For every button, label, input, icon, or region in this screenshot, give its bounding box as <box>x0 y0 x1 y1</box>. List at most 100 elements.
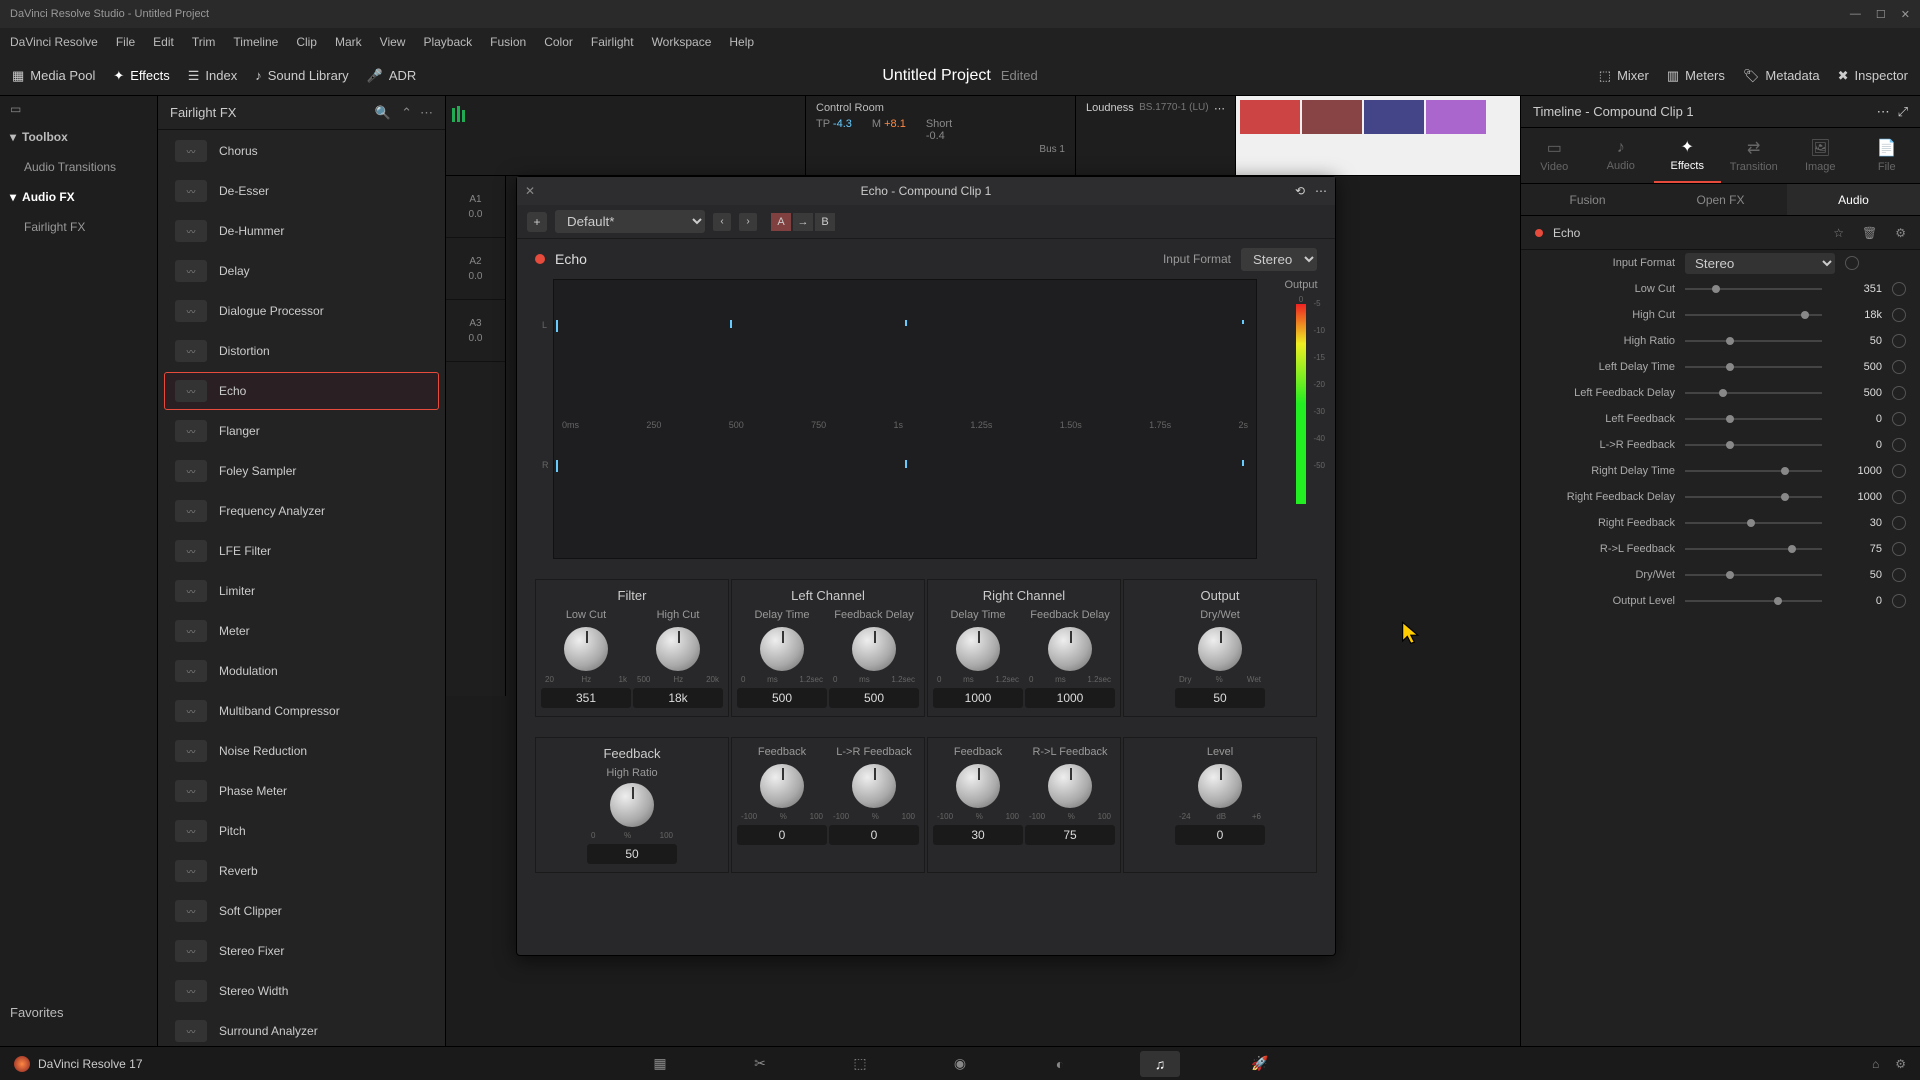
add-preset-button[interactable]: + <box>527 212 547 232</box>
echo-panel-titlebar[interactable]: ✕ Echo - Compound Clip 1 ⟲ ⋯ <box>517 177 1335 205</box>
knob[interactable] <box>956 764 1000 808</box>
menu-item[interactable]: Clip <box>296 35 317 49</box>
reset-button[interactable] <box>1892 308 1906 322</box>
param-value[interactable]: 30 <box>1832 517 1882 529</box>
track-header[interactable]: A30.0 <box>446 300 505 362</box>
tab-image[interactable]: 🖼Image <box>1787 128 1854 183</box>
track-header[interactable]: A10.0 <box>446 176 505 238</box>
fairlight-page-icon[interactable]: ♫ <box>1140 1051 1180 1077</box>
param-slider[interactable] <box>1685 314 1822 316</box>
next-preset-button[interactable]: › <box>739 213 757 231</box>
slider-handle[interactable] <box>1726 571 1734 579</box>
param-value[interactable]: 75 <box>1832 543 1882 555</box>
param-slider[interactable] <box>1685 470 1822 472</box>
param-slider[interactable] <box>1685 496 1822 498</box>
knob-value[interactable]: 50 <box>1175 688 1265 708</box>
fx-item-stereo-fixer[interactable]: 〰Stereo Fixer <box>164 932 439 970</box>
panel-toggle[interactable]: ▭ <box>0 96 157 122</box>
compare-a-button[interactable]: A <box>771 213 791 231</box>
fx-item-multiband-compressor[interactable]: 〰Multiband Compressor <box>164 692 439 730</box>
more-icon[interactable]: ⋯ <box>420 105 433 121</box>
metadata-button[interactable]: 🏷Metadata <box>1743 68 1820 84</box>
fx-item-phase-meter[interactable]: 〰Phase Meter <box>164 772 439 810</box>
tab-video[interactable]: ▭Video <box>1521 128 1588 183</box>
param-value[interactable]: 500 <box>1832 387 1882 399</box>
favorites-section[interactable]: Favorites <box>10 1005 63 1020</box>
param-slider[interactable] <box>1685 574 1822 576</box>
reset-button[interactable] <box>1845 256 1859 270</box>
knob[interactable] <box>760 627 804 671</box>
knob-value[interactable]: 1000 <box>933 688 1023 708</box>
tab-effects[interactable]: ✦Effects <box>1654 128 1721 183</box>
reset-button[interactable] <box>1892 334 1906 348</box>
sound-library-button[interactable]: ♪Sound Library <box>255 68 348 83</box>
knob-value[interactable]: 1000 <box>1025 688 1115 708</box>
slider-handle[interactable] <box>1781 467 1789 475</box>
menu-item[interactable]: Color <box>544 35 573 49</box>
index-button[interactable]: ☰Index <box>188 68 237 84</box>
fx-item-limiter[interactable]: 〰Limiter <box>164 572 439 610</box>
adr-button[interactable]: 🎤ADR <box>367 68 417 84</box>
param-value[interactable]: 351 <box>1832 283 1882 295</box>
knob-value[interactable]: 500 <box>829 688 919 708</box>
menu-item[interactable]: Fusion <box>490 35 526 49</box>
menu-item[interactable]: Help <box>729 35 754 49</box>
tab-transition[interactable]: ⇄Transition <box>1721 128 1788 183</box>
menu-item[interactable]: Timeline <box>233 35 278 49</box>
param-slider[interactable] <box>1685 392 1822 394</box>
cut-page-icon[interactable]: ✂ <box>740 1051 780 1077</box>
knob-value[interactable]: 75 <box>1025 825 1115 845</box>
knob[interactable] <box>852 764 896 808</box>
param-slider[interactable] <box>1685 366 1822 368</box>
star-icon[interactable]: ☆ <box>1833 226 1844 240</box>
fx-item-noise-reduction[interactable]: 〰Noise Reduction <box>164 732 439 770</box>
knob[interactable] <box>1048 627 1092 671</box>
knob-value[interactable]: 50 <box>587 844 677 864</box>
slider-handle[interactable] <box>1726 441 1734 449</box>
menu-item[interactable]: Trim <box>192 35 216 49</box>
param-slider[interactable] <box>1685 600 1822 602</box>
fx-item-de-esser[interactable]: 〰De-Esser <box>164 172 439 210</box>
subtab-open-fx[interactable]: Open FX <box>1654 184 1787 215</box>
param-value[interactable]: 500 <box>1832 361 1882 373</box>
reset-button[interactable] <box>1892 594 1906 608</box>
knob[interactable] <box>564 627 608 671</box>
knob[interactable] <box>610 783 654 827</box>
param-value[interactable]: 1000 <box>1832 491 1882 503</box>
effect-enable-dot[interactable] <box>1535 229 1543 237</box>
reset-button[interactable] <box>1892 438 1906 452</box>
fx-item-modulation[interactable]: 〰Modulation <box>164 652 439 690</box>
fx-item-foley-sampler[interactable]: 〰Foley Sampler <box>164 452 439 490</box>
fairlight-fx-item[interactable]: Fairlight FX <box>0 212 157 242</box>
knob-value[interactable]: 0 <box>829 825 919 845</box>
slider-handle[interactable] <box>1719 389 1727 397</box>
slider-handle[interactable] <box>1712 285 1720 293</box>
knob[interactable] <box>656 627 700 671</box>
more-icon[interactable]: ⋯ <box>1877 104 1890 120</box>
knob-value[interactable]: 18k <box>633 688 723 708</box>
fx-item-reverb[interactable]: 〰Reverb <box>164 852 439 890</box>
knob[interactable] <box>1198 764 1242 808</box>
subtab-fusion[interactable]: Fusion <box>1521 184 1654 215</box>
param-slider[interactable] <box>1685 522 1822 524</box>
more-icon[interactable]: ⋯ <box>1315 184 1327 198</box>
input-format-select[interactable]: Stereo <box>1685 253 1835 274</box>
mixer-button[interactable]: ⬚Mixer <box>1599 68 1649 84</box>
menu-item[interactable]: File <box>116 35 135 49</box>
param-slider[interactable] <box>1685 418 1822 420</box>
fx-item-meter[interactable]: 〰Meter <box>164 612 439 650</box>
fx-item-surround-analyzer[interactable]: 〰Surround Analyzer <box>164 1012 439 1046</box>
knob[interactable] <box>852 627 896 671</box>
echo-graph[interactable]: L R 0ms2505007501s1.25s1.50s1.75s2s <box>553 279 1257 559</box>
param-value[interactable]: 0 <box>1832 413 1882 425</box>
reset-button[interactable] <box>1892 542 1906 556</box>
fx-item-delay[interactable]: 〰Delay <box>164 252 439 290</box>
preset-select[interactable]: Default* <box>555 210 705 233</box>
video-preview[interactable] <box>1236 96 1520 175</box>
compare-b-button[interactable]: B <box>815 213 835 231</box>
menu-item[interactable]: Edit <box>153 35 174 49</box>
fx-item-distortion[interactable]: 〰Distortion <box>164 332 439 370</box>
fx-item-chorus[interactable]: 〰Chorus <box>164 132 439 170</box>
home-icon[interactable]: ⌂ <box>1872 1057 1879 1071</box>
knob-value[interactable]: 0 <box>1175 825 1265 845</box>
